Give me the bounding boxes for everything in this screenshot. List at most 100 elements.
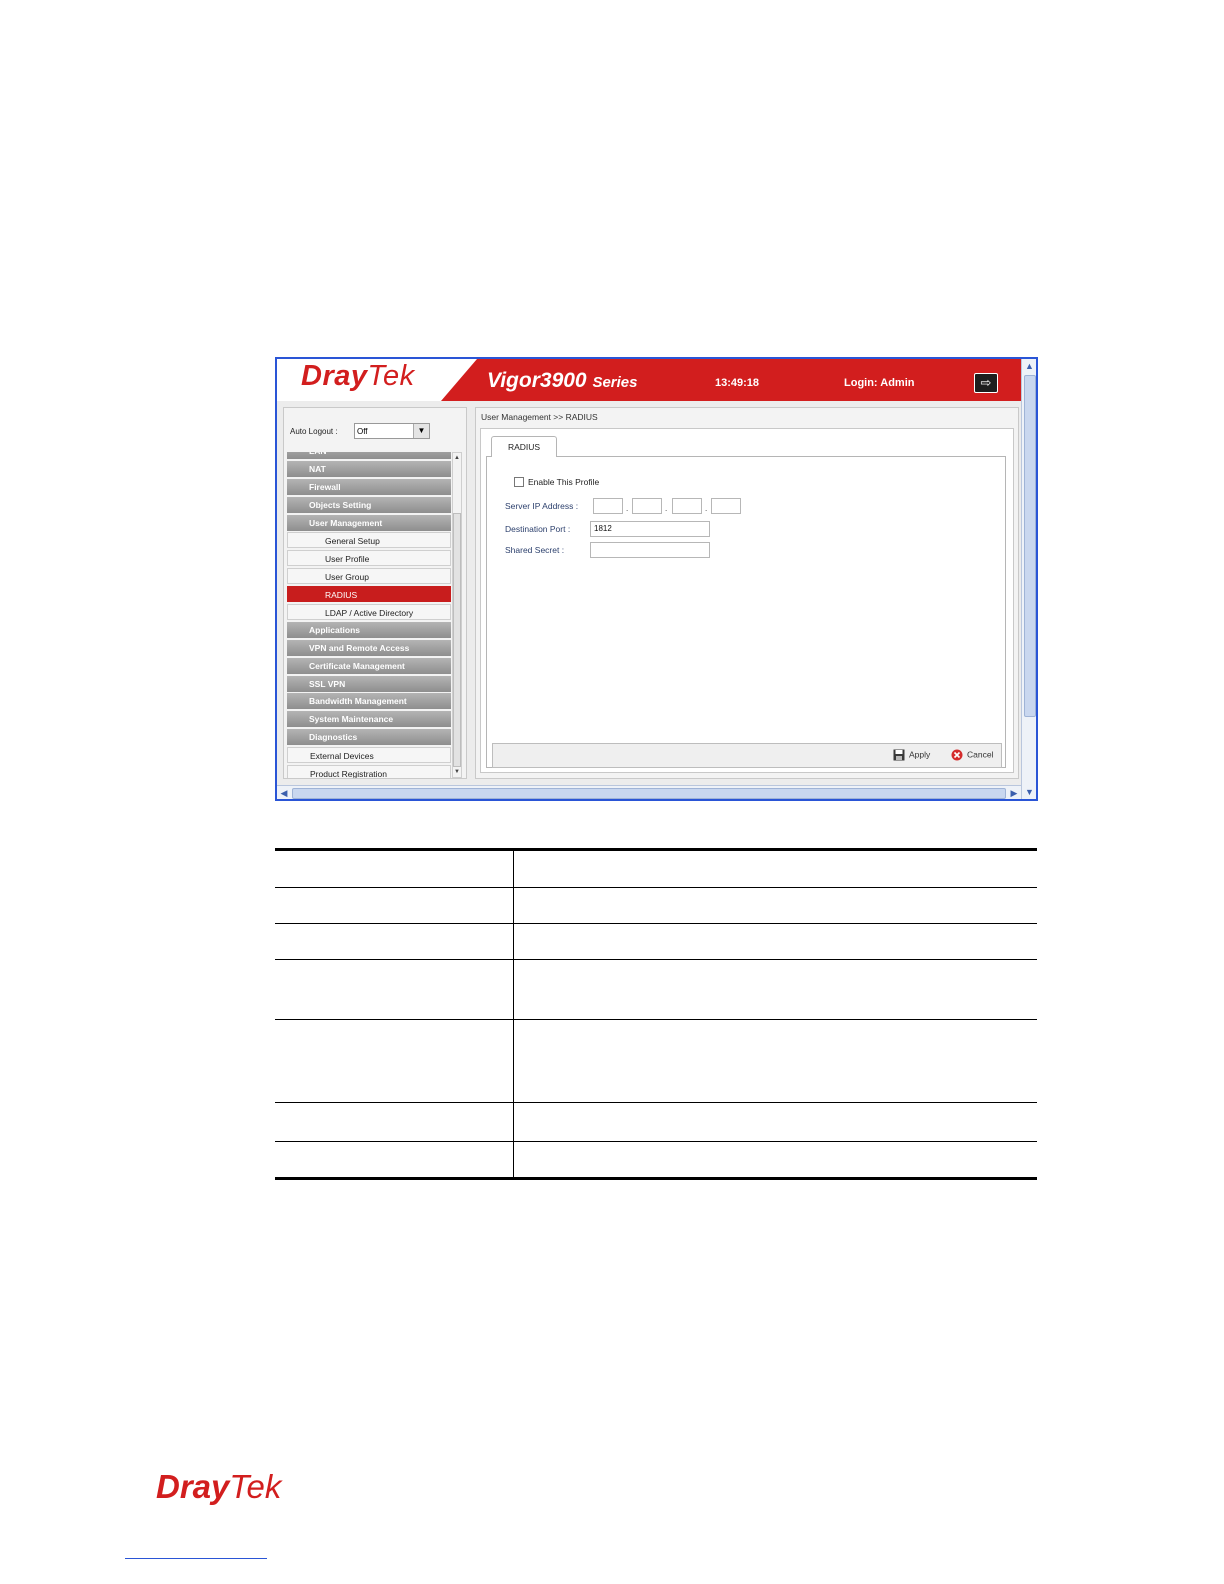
sidebar-item-diagnostics[interactable]: Diagnostics [287,729,451,746]
sidebar: Auto Logout : Off ▼ LANNATFirewallObject… [283,407,467,779]
main-content: User Management >> RADIUS RADIUS Enable … [475,407,1019,779]
table-row [275,959,1037,1020]
sidebar-item-ldap-active-directory[interactable]: LDAP / Active Directory [287,604,451,621]
server-ip-label: Server IP Address : [505,501,579,511]
ip-dot: . [626,504,629,513]
login-status: Login: Admin [844,377,915,389]
sidebar-item-certificate-management[interactable]: Certificate Management [287,657,451,674]
sidebar-item-nat[interactable]: NAT [287,460,451,477]
enable-profile-checkbox[interactable] [514,477,524,487]
destination-port-label: Destination Port : [505,524,571,534]
cancel-icon [951,749,963,761]
auto-logout-value: Off [357,427,368,436]
chevron-down-icon[interactable]: ▼ [413,424,429,438]
sidebar-item-bandwidth-management[interactable]: Bandwidth Management [287,693,451,710]
logo-dray: Dray [301,360,368,392]
tab-body: Enable This Profile Server IP Address : … [486,456,1006,768]
scroll-left-icon[interactable]: ◀ [277,786,291,799]
table-cell [275,848,514,888]
table-row [275,1019,1037,1103]
table-cell [275,923,514,960]
footer-logo-tek: Tek [229,1468,282,1505]
table-cell [513,959,1037,1020]
cancel-label: Cancel [967,749,994,760]
sidebar-item-system-maintenance[interactable]: System Maintenance [287,711,451,728]
server-ip-octet-4[interactable] [711,498,741,514]
apply-button[interactable]: Apply [893,749,930,761]
enable-profile-label: Enable This Profile [528,477,600,487]
sidebar-item-external-devices[interactable]: External Devices [287,747,451,764]
table-row [275,887,1037,924]
shared-secret-input[interactable] [590,542,710,558]
table-cell [275,959,514,1020]
menu-scrollbar[interactable]: ▲ ▼ [452,452,462,778]
content-panel: RADIUS Enable This Profile Server IP Add… [480,428,1014,773]
apply-label: Apply [909,749,931,760]
model-series: Series [592,374,638,391]
tab-radius[interactable]: RADIUS [491,436,557,457]
table-cell [513,1102,1037,1142]
logout-icon[interactable]: ⇨ [974,373,998,393]
footer-rule [125,1558,267,1559]
sidebar-item-firewall[interactable]: Firewall [287,478,451,495]
footer-logo-dray: Dray [156,1468,230,1505]
button-bar: Apply Cancel [492,743,1002,768]
save-icon [893,749,905,761]
destination-port-input[interactable]: 1812 [590,521,710,537]
table-cell [513,887,1037,924]
auto-logout-label: Auto Logout : [290,427,338,436]
header-bar: DrayTek Vigor3900 Series 13:49:18 Login:… [277,359,1021,401]
table-row [275,923,1037,960]
table-cell [513,1141,1037,1180]
table-cell [513,848,1037,888]
ip-dot: . [665,504,668,513]
description-table [275,848,1037,1180]
sidebar-item-ssl-vpn[interactable]: SSL VPN [287,675,451,692]
table-cell [275,1102,514,1142]
model-name: Vigor3900 [487,369,587,392]
table-cell [275,1019,514,1103]
table-row [275,1141,1037,1180]
breadcrumb: User Management >> RADIUS [481,412,598,422]
page-horizontal-scrollbar[interactable]: ◀ ▶ [277,785,1021,799]
sidebar-item-user-group[interactable]: User Group [287,568,451,585]
server-ip-octet-3[interactable] [672,498,702,514]
footer-draytek-logo: DrayTek [156,1468,281,1506]
table-cell [275,1141,514,1180]
menu-list: LANNATFirewallObjects SettingUser Manage… [287,452,451,778]
sidebar-item-general-setup[interactable]: General Setup [287,532,451,549]
model-title: Vigor3900 Series [487,369,638,393]
table-cell [275,887,514,924]
ip-dot: . [705,504,708,513]
sidebar-item-user-profile[interactable]: User Profile [287,550,451,567]
sidebar-item-product-registration[interactable]: Product Registration [287,765,451,778]
draytek-logo: DrayTek [301,360,415,393]
server-ip-octet-2[interactable] [632,498,662,514]
sidebar-item-lan[interactable]: LAN [287,452,451,459]
sidebar-item-user-management[interactable]: User Management [287,514,451,531]
logo-tek: Tek [367,360,415,392]
router-ui-screenshot: DrayTek Vigor3900 Series 13:49:18 Login:… [275,357,1038,801]
sidebar-item-vpn-and-remote-access[interactable]: VPN and Remote Access [287,639,451,656]
table-row [275,1102,1037,1142]
table-cell [513,1019,1037,1103]
clock: 13:49:18 [715,377,760,389]
table-cell [513,923,1037,960]
scroll-down-icon[interactable]: ▼ [453,767,461,777]
scroll-right-icon[interactable]: ▶ [1007,786,1021,799]
cancel-button[interactable]: Cancel [951,749,993,761]
scroll-up-icon[interactable]: ▲ [1022,359,1036,373]
table-row [275,848,1037,888]
menu-scroll-thumb[interactable] [453,513,461,767]
page-vscroll-thumb[interactable] [1024,375,1036,717]
auto-logout-select[interactable]: Off ▼ [354,423,430,439]
page-hscroll-thumb[interactable] [292,788,1006,799]
sidebar-item-radius[interactable]: RADIUS [287,586,451,603]
sidebar-item-objects-setting[interactable]: Objects Setting [287,496,451,513]
scroll-down-icon[interactable]: ▼ [1022,785,1036,799]
scroll-up-icon[interactable]: ▲ [453,453,461,463]
shared-secret-label: Shared Secret : [505,545,565,555]
page-vertical-scrollbar[interactable]: ▲ ▼ [1021,359,1036,799]
sidebar-item-applications[interactable]: Applications [287,621,451,638]
server-ip-octet-1[interactable] [593,498,623,514]
